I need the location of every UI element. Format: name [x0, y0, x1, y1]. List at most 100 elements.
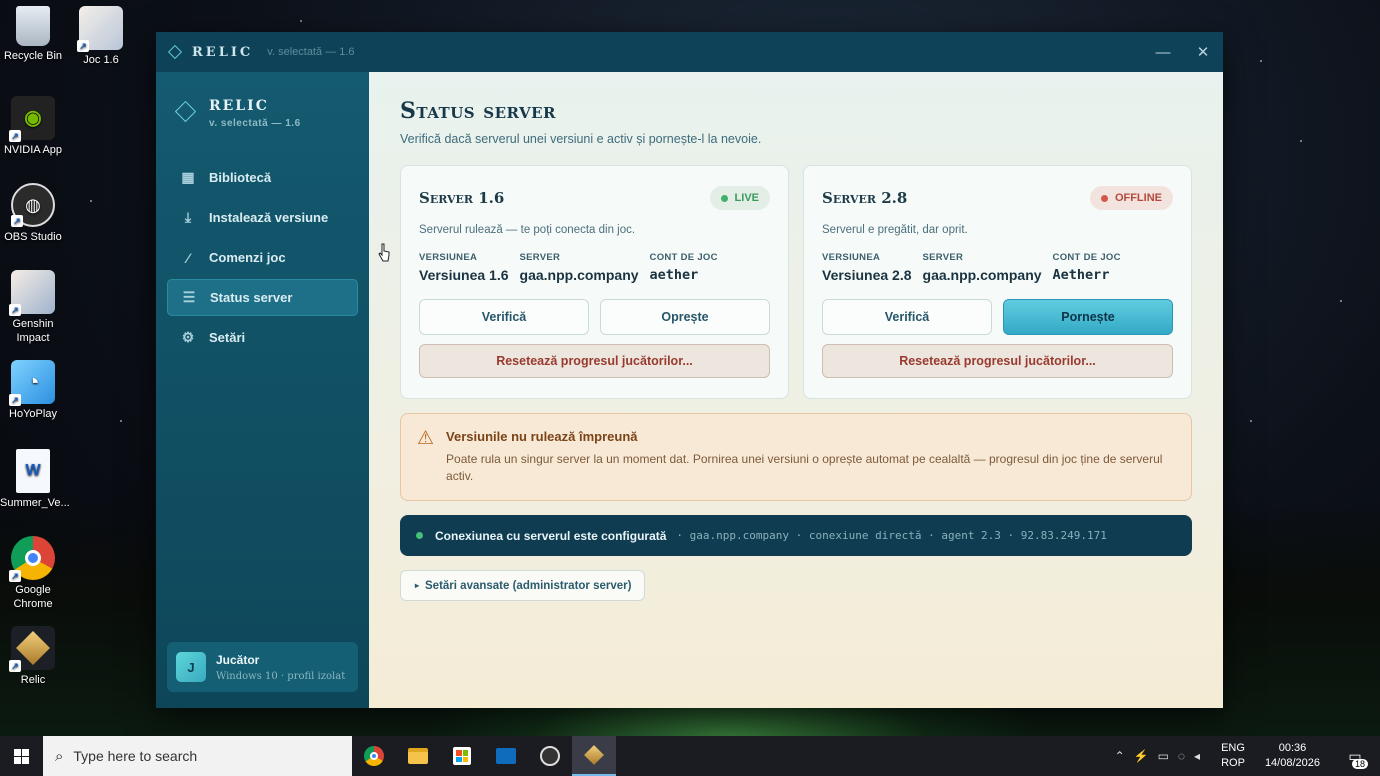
game-icon: ↗: [77, 6, 123, 52]
window-brand: RELIC: [192, 44, 254, 60]
chrome-icon: ↗: [9, 536, 55, 582]
chrome-icon: [364, 746, 384, 766]
taskbar-chrome[interactable]: [352, 736, 396, 776]
search-icon: ⌕: [55, 747, 64, 765]
server-description: Serverul e pregătit, dar oprit.: [822, 224, 968, 236]
start-button[interactable]: [0, 736, 43, 776]
server-description: Serverul rulează — te poți conecta din j…: [419, 224, 636, 236]
notification-count: 18: [1351, 758, 1368, 769]
status-badge: LIVE: [709, 186, 770, 210]
account-label: CONT DE JOC: [1052, 252, 1121, 263]
main-content: Status server Verifică dacă serverul une…: [369, 72, 1223, 708]
window-titlebar[interactable]: RELIC v. selectată — 1.6 — ✕: [156, 32, 1223, 72]
sidebar-item-comenzi-joc[interactable]: ⁄ Comenzi joc: [167, 239, 358, 276]
account-label: CONT DE JOC: [649, 252, 718, 263]
server-value: gaa.npp.company: [922, 267, 1042, 283]
server-card-1-6: Server 1.6 LIVE Serverul rulează — te po…: [400, 165, 789, 399]
sidebar-item-instaleaza-versiune[interactable]: ⤓ Instalează versiune: [167, 199, 358, 236]
desktop-icon-joc-1-6[interactable]: ↗ Joc 1.6: [68, 6, 134, 67]
connection-meta: · gaa.npp.company · conexiune directă · …: [676, 529, 1107, 542]
page-title: Status server: [400, 98, 557, 124]
user-subtitle: Windows 10 · profil izolat: [216, 670, 346, 682]
taskbar: ⌕ Type here to search ⌃⚡▭◌◂ ENG ROP 00:3…: [0, 736, 1380, 776]
verify-button[interactable]: Verifică: [822, 299, 992, 335]
desktop-icon-word-document[interactable]: W Summer_Ve...: [0, 449, 70, 510]
status-dot-icon: [720, 194, 728, 202]
account-value: Aetherr: [1052, 267, 1110, 283]
server-card-2-8: Server 2.8 OFFLINE Serverul e pregătit, …: [803, 165, 1192, 399]
clock[interactable]: 00:36 14/08/2026: [1265, 741, 1320, 771]
sidebar-item-label: Bibliotecă: [209, 170, 272, 185]
chevron-right-icon: ▸: [415, 581, 420, 590]
download-icon: ⤓: [184, 209, 192, 225]
relic-icon: ↗: [9, 626, 55, 672]
relic-icon: [584, 745, 604, 765]
taskbar-store[interactable]: [440, 736, 484, 776]
server-icon: ☰: [182, 289, 196, 305]
genshin-icon: ↗: [9, 270, 55, 316]
window-version: v. selectată — 1.6: [267, 46, 355, 58]
status-badge: OFFLINE: [1089, 186, 1173, 210]
desktop-icon-recycle-bin[interactable]: Recycle Bin: [0, 6, 66, 63]
stop-button[interactable]: Oprește: [600, 299, 770, 335]
nvidia-icon: ◉ ↗: [9, 96, 55, 142]
sidebar-item-biblioteca[interactable]: ▦ Bibliotecă: [167, 159, 358, 196]
reset-progress-button[interactable]: Resetează progresul jucătorilor...: [822, 344, 1173, 378]
warning-text: Poate rula un singur server la un moment…: [446, 452, 1163, 483]
advanced-settings-toggle[interactable]: ▸ Setări avansate (administrator server): [400, 570, 646, 601]
sidebar-item-label: Setări: [209, 330, 246, 345]
server-title: Server 1.6: [419, 189, 505, 207]
desktop-icon-nvidia-app[interactable]: ◉ ↗ NVIDIA App: [0, 96, 66, 157]
grid-icon: ▦: [181, 169, 195, 185]
sidebar-item-status-server[interactable]: ☰ Status server: [167, 279, 358, 316]
taskbar-obs[interactable]: [528, 736, 572, 776]
notification-center-button[interactable]: ▭ 18: [1340, 748, 1370, 769]
relic-logo-icon: [174, 100, 197, 123]
mail-icon: [496, 748, 516, 764]
sidebar-version: v. selectată — 1.6: [209, 118, 301, 129]
sidebar-item-setari[interactable]: ⚙ Setări: [167, 319, 358, 356]
connection-title: Conexiunea cu serverul este configurată: [435, 528, 667, 543]
close-button[interactable]: ✕: [1183, 32, 1223, 72]
status-dot-icon: [1100, 194, 1108, 202]
taskbar-search[interactable]: ⌕ Type here to search: [43, 736, 352, 776]
desktop-icon-google-chrome[interactable]: ↗ Google Chrome: [0, 536, 66, 611]
sidebar-item-label: Instalează versiune: [209, 210, 329, 225]
hoyoplay-icon: ◔ ↗: [9, 360, 55, 406]
desktop-icon-genshin-impact[interactable]: ↗ Genshin Impact: [0, 270, 66, 345]
reset-progress-button[interactable]: Resetează progresul jucătorilor...: [419, 344, 770, 378]
relic-logo-icon: [167, 44, 183, 60]
recycle-bin-icon: [16, 6, 50, 46]
wand-icon: ⁄: [186, 249, 190, 266]
desktop-icon-hoyoplay[interactable]: ◔ ↗ HoYoPlay: [0, 360, 66, 421]
sidebar-brand: RELIC: [209, 98, 269, 114]
file-explorer-icon: [408, 748, 428, 764]
mouse-cursor-icon: [378, 243, 390, 262]
language-indicator[interactable]: ENG ROP: [1221, 741, 1245, 771]
taskbar-file-explorer[interactable]: [396, 736, 440, 776]
connection-dot-icon: [416, 532, 423, 539]
desktop-icon-obs-studio[interactable]: ◍ ↗ OBS Studio: [0, 183, 66, 244]
start-button[interactable]: Pornește: [1003, 299, 1173, 335]
system-tray-icons[interactable]: ⌃⚡▭◌◂: [1115, 749, 1210, 763]
warning-title: Versiunile nu rulează împreună: [446, 429, 638, 444]
page-subtitle: Verifică dacă serverul unei versiuni e a…: [400, 132, 762, 146]
server-title: Server 2.8: [822, 189, 908, 207]
desktop-icon-relic[interactable]: ↗ Relic: [0, 626, 66, 687]
store-icon: [453, 747, 471, 765]
taskbar-mail[interactable]: [484, 736, 528, 776]
gear-icon: ⚙: [181, 329, 195, 345]
relic-window: RELIC v. selectată — 1.6 — ✕ RELIC v. se…: [156, 32, 1223, 708]
sidebar-item-label: Status server: [210, 290, 293, 305]
verify-button[interactable]: Verifică: [419, 299, 589, 335]
obs-icon: [540, 746, 560, 766]
word-document-icon: W: [16, 449, 50, 493]
user-profile-card[interactable]: J Jucător Windows 10 · profil izolat: [167, 642, 358, 692]
minimize-button[interactable]: —: [1143, 32, 1183, 72]
warning-banner: ⚠ Versiunile nu rulează împreună Poate r…: [400, 413, 1192, 501]
server-value: gaa.npp.company: [519, 267, 639, 283]
connection-status-bar: Conexiunea cu serverul este configurată …: [400, 515, 1192, 556]
warning-icon: ⚠: [417, 428, 435, 449]
taskbar-relic[interactable]: [572, 736, 616, 776]
version-value: Versiunea 1.6: [419, 267, 509, 283]
